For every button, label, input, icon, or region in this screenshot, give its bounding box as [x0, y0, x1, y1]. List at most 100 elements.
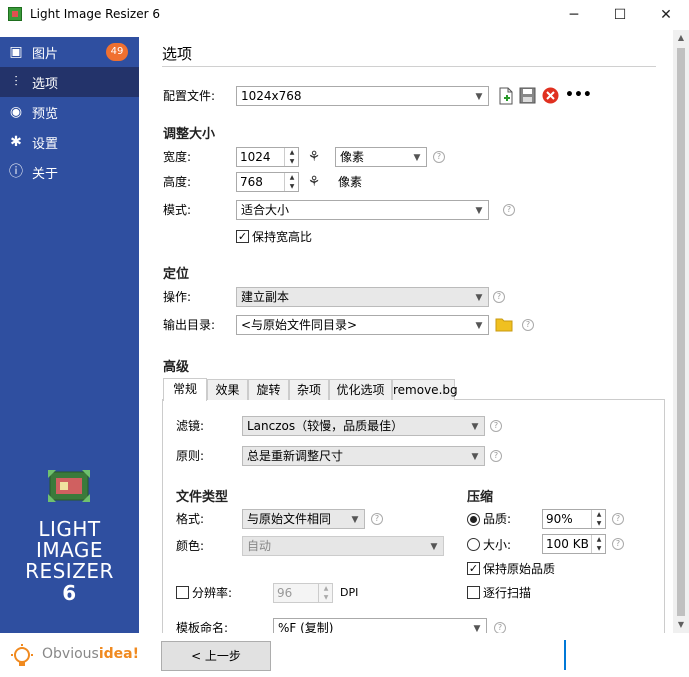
save-icon[interactable] [519, 87, 536, 104]
chevron-down-icon: ▼ [471, 452, 479, 462]
tab-effects[interactable]: 效果 [207, 379, 248, 400]
title-bar: Light Image Resizer 6 ─ ☐ ✕ [0, 0, 689, 30]
help-icon[interactable]: ? [490, 450, 502, 462]
filter-select[interactable]: Lanczos（较慢，品质最佳） ▼ [242, 416, 485, 436]
action-label: 操作: [163, 290, 192, 304]
lightbulb-icon [11, 644, 33, 666]
sidebar-item-label: 预览 [32, 107, 59, 122]
sidebar-item-label: 设置 [32, 137, 59, 152]
sidebar-item-label: 选项 [32, 77, 59, 92]
keep-aspect-ratio-checkbox[interactable]: ✓ [236, 230, 249, 243]
more-options-icon[interactable]: ••• [565, 86, 592, 104]
brand-area: Obviousidea! [0, 633, 139, 677]
scroll-thumb[interactable] [677, 48, 685, 616]
height-stepper[interactable]: 768 ▲ ▼ [236, 172, 299, 192]
logo-line-4: 6 [62, 581, 77, 605]
help-icon[interactable]: ? [433, 151, 445, 163]
profile-label: 配置文件: [163, 89, 216, 103]
progress-indicator [564, 640, 566, 670]
info-icon: ⓘ [9, 164, 23, 180]
logo-line-3: RESIZER [25, 559, 114, 583]
close-button[interactable]: ✕ [643, 0, 689, 30]
chevron-down-icon: ▼ [475, 206, 483, 216]
vertical-scrollbar[interactable]: ▲ ▼ [673, 30, 689, 633]
divider [162, 66, 656, 67]
tab-optimize[interactable]: 优化选项 [329, 379, 392, 400]
help-icon[interactable]: ? [503, 204, 515, 216]
format-select[interactable]: 与原始文件相同 ▼ [242, 509, 365, 529]
app-logo-icon [46, 468, 92, 504]
images-icon: ▣ [9, 44, 23, 60]
rule-select[interactable]: 总是重新调整尺寸 ▼ [242, 446, 485, 466]
chevron-down-icon: ▼ [471, 422, 479, 432]
help-icon[interactable]: ? [522, 319, 534, 331]
sidebar-item-label: 关于 [32, 167, 59, 182]
sidebar-item-preview[interactable]: ◉ 预览 [0, 97, 139, 127]
folder-icon[interactable] [495, 317, 513, 332]
compress-section-title: 压缩 [467, 490, 494, 505]
help-icon[interactable]: ? [371, 513, 383, 525]
sidebar-item-label: 图片 [32, 47, 59, 62]
resize-section-title: 调整大小 [163, 127, 216, 142]
profile-select[interactable]: 1024x768 ▼ [236, 86, 489, 106]
new-profile-icon[interactable] [498, 87, 514, 105]
progressive-checkbox[interactable] [467, 586, 480, 599]
chevron-down-icon: ▼ [430, 542, 438, 552]
width-label: 宽度: [163, 150, 192, 164]
action-select[interactable]: 建立副本 ▼ [236, 287, 489, 307]
help-icon[interactable]: ? [490, 420, 502, 432]
resolution-checkbox[interactable] [176, 586, 189, 599]
size-stepper[interactable]: 100 KB ▲ ▼ [542, 534, 606, 554]
resolution-label: 分辨率: [192, 586, 233, 600]
keep-quality-checkbox[interactable]: ✓ [467, 562, 480, 575]
back-button[interactable]: < 上一步 [161, 641, 271, 671]
sidebar-item-images[interactable]: ▣ 图片 49 [0, 37, 139, 67]
scroll-up-icon[interactable]: ▲ [673, 30, 689, 46]
maximize-button[interactable]: ☐ [597, 0, 643, 30]
keep-quality-label: 保持原始品质 [483, 562, 556, 576]
output-dir-select[interactable]: <与原始文件同目录> ▼ [236, 315, 489, 335]
help-icon[interactable]: ? [612, 538, 624, 550]
image-count-badge: 49 [106, 43, 128, 61]
chevron-down-icon: ▼ [413, 153, 421, 163]
size-label: 大小: [483, 538, 512, 552]
output-dir-label: 输出目录: [163, 318, 216, 332]
width-stepper[interactable]: 1024 ▲ ▼ [236, 147, 299, 167]
delete-icon[interactable] [542, 87, 559, 104]
filetype-section-title: 文件类型 [176, 490, 229, 505]
quality-stepper[interactable]: 90% ▲ ▼ [542, 509, 606, 529]
color-select[interactable]: 自动 ▼ [242, 536, 444, 556]
help-icon[interactable]: ? [612, 513, 624, 525]
sidebar-item-settings[interactable]: ✱ 设置 [0, 127, 139, 157]
format-label: 格式: [176, 512, 205, 526]
sidebar-item-options[interactable]: ⫶ 选项 [0, 67, 139, 97]
size-radio[interactable] [467, 538, 480, 551]
tab-rotate[interactable]: 旋转 [248, 379, 289, 400]
magic-wand-icon[interactable]: ⚘ [305, 148, 323, 166]
mode-select[interactable]: 适合大小 ▼ [236, 200, 489, 220]
position-section-title: 定位 [163, 267, 190, 282]
page-title: 选项 [162, 45, 193, 63]
unit-select[interactable]: 像素 ▼ [335, 147, 427, 167]
chevron-down-icon: ▼ [475, 92, 483, 102]
bottom-bar: < 上一步 [139, 633, 689, 677]
scroll-down-icon[interactable]: ▼ [673, 617, 689, 633]
rule-label: 原则: [176, 449, 205, 463]
sidebar-item-about[interactable]: ⓘ 关于 [0, 157, 139, 187]
tab-misc[interactable]: 杂项 [289, 379, 329, 400]
window-title: Light Image Resizer 6 [30, 7, 160, 21]
tab-general[interactable]: 常规 [163, 378, 207, 401]
help-icon[interactable]: ? [493, 291, 505, 303]
app-icon [8, 7, 22, 21]
magic-wand-icon[interactable]: ⚘ [305, 173, 323, 191]
logo-line-2: IMAGE [35, 538, 104, 562]
progressive-label: 逐行扫描 [483, 586, 532, 600]
minimize-button[interactable]: ─ [551, 0, 597, 30]
color-label: 颜色: [176, 539, 205, 553]
mode-label: 模式: [163, 203, 192, 217]
sliders-icon: ⫶ [14, 74, 18, 90]
quality-radio[interactable] [467, 513, 480, 526]
resolution-stepper[interactable]: 96 ▲ ▼ [273, 583, 333, 603]
dpi-label: DPI [340, 586, 359, 599]
tab-remove-bg[interactable]: remove.bg [392, 379, 458, 400]
